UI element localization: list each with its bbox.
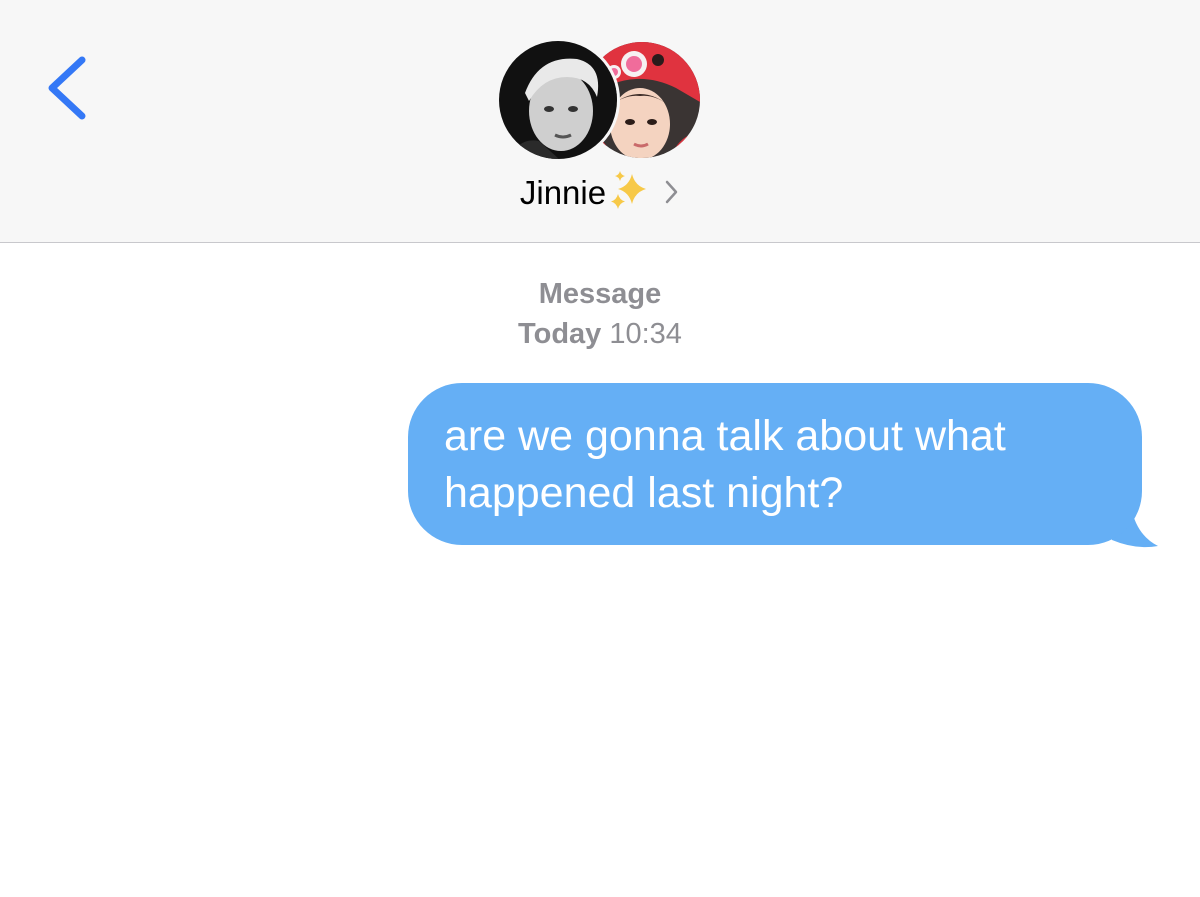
back-button[interactable] bbox=[38, 50, 98, 130]
outgoing-message-bubble[interactable]: are we gonna talk about what happened la… bbox=[408, 383, 1142, 545]
timestamp-time: 10:34 bbox=[609, 318, 682, 350]
chevron-left-icon bbox=[48, 56, 86, 120]
contact-avatar-primary[interactable] bbox=[499, 41, 617, 159]
conversation-header: Jinnie bbox=[0, 0, 1200, 243]
chevron-right-icon bbox=[664, 174, 680, 218]
timestamp-day: Today bbox=[518, 318, 602, 350]
sparkles-icon bbox=[608, 168, 652, 223]
service-label: Message bbox=[538, 278, 662, 310]
message-timestamp: Today 10:34 bbox=[0, 318, 1200, 351]
contact-name-row[interactable]: Jinnie bbox=[0, 168, 1200, 212]
contact-name: Jinnie bbox=[519, 174, 607, 212]
